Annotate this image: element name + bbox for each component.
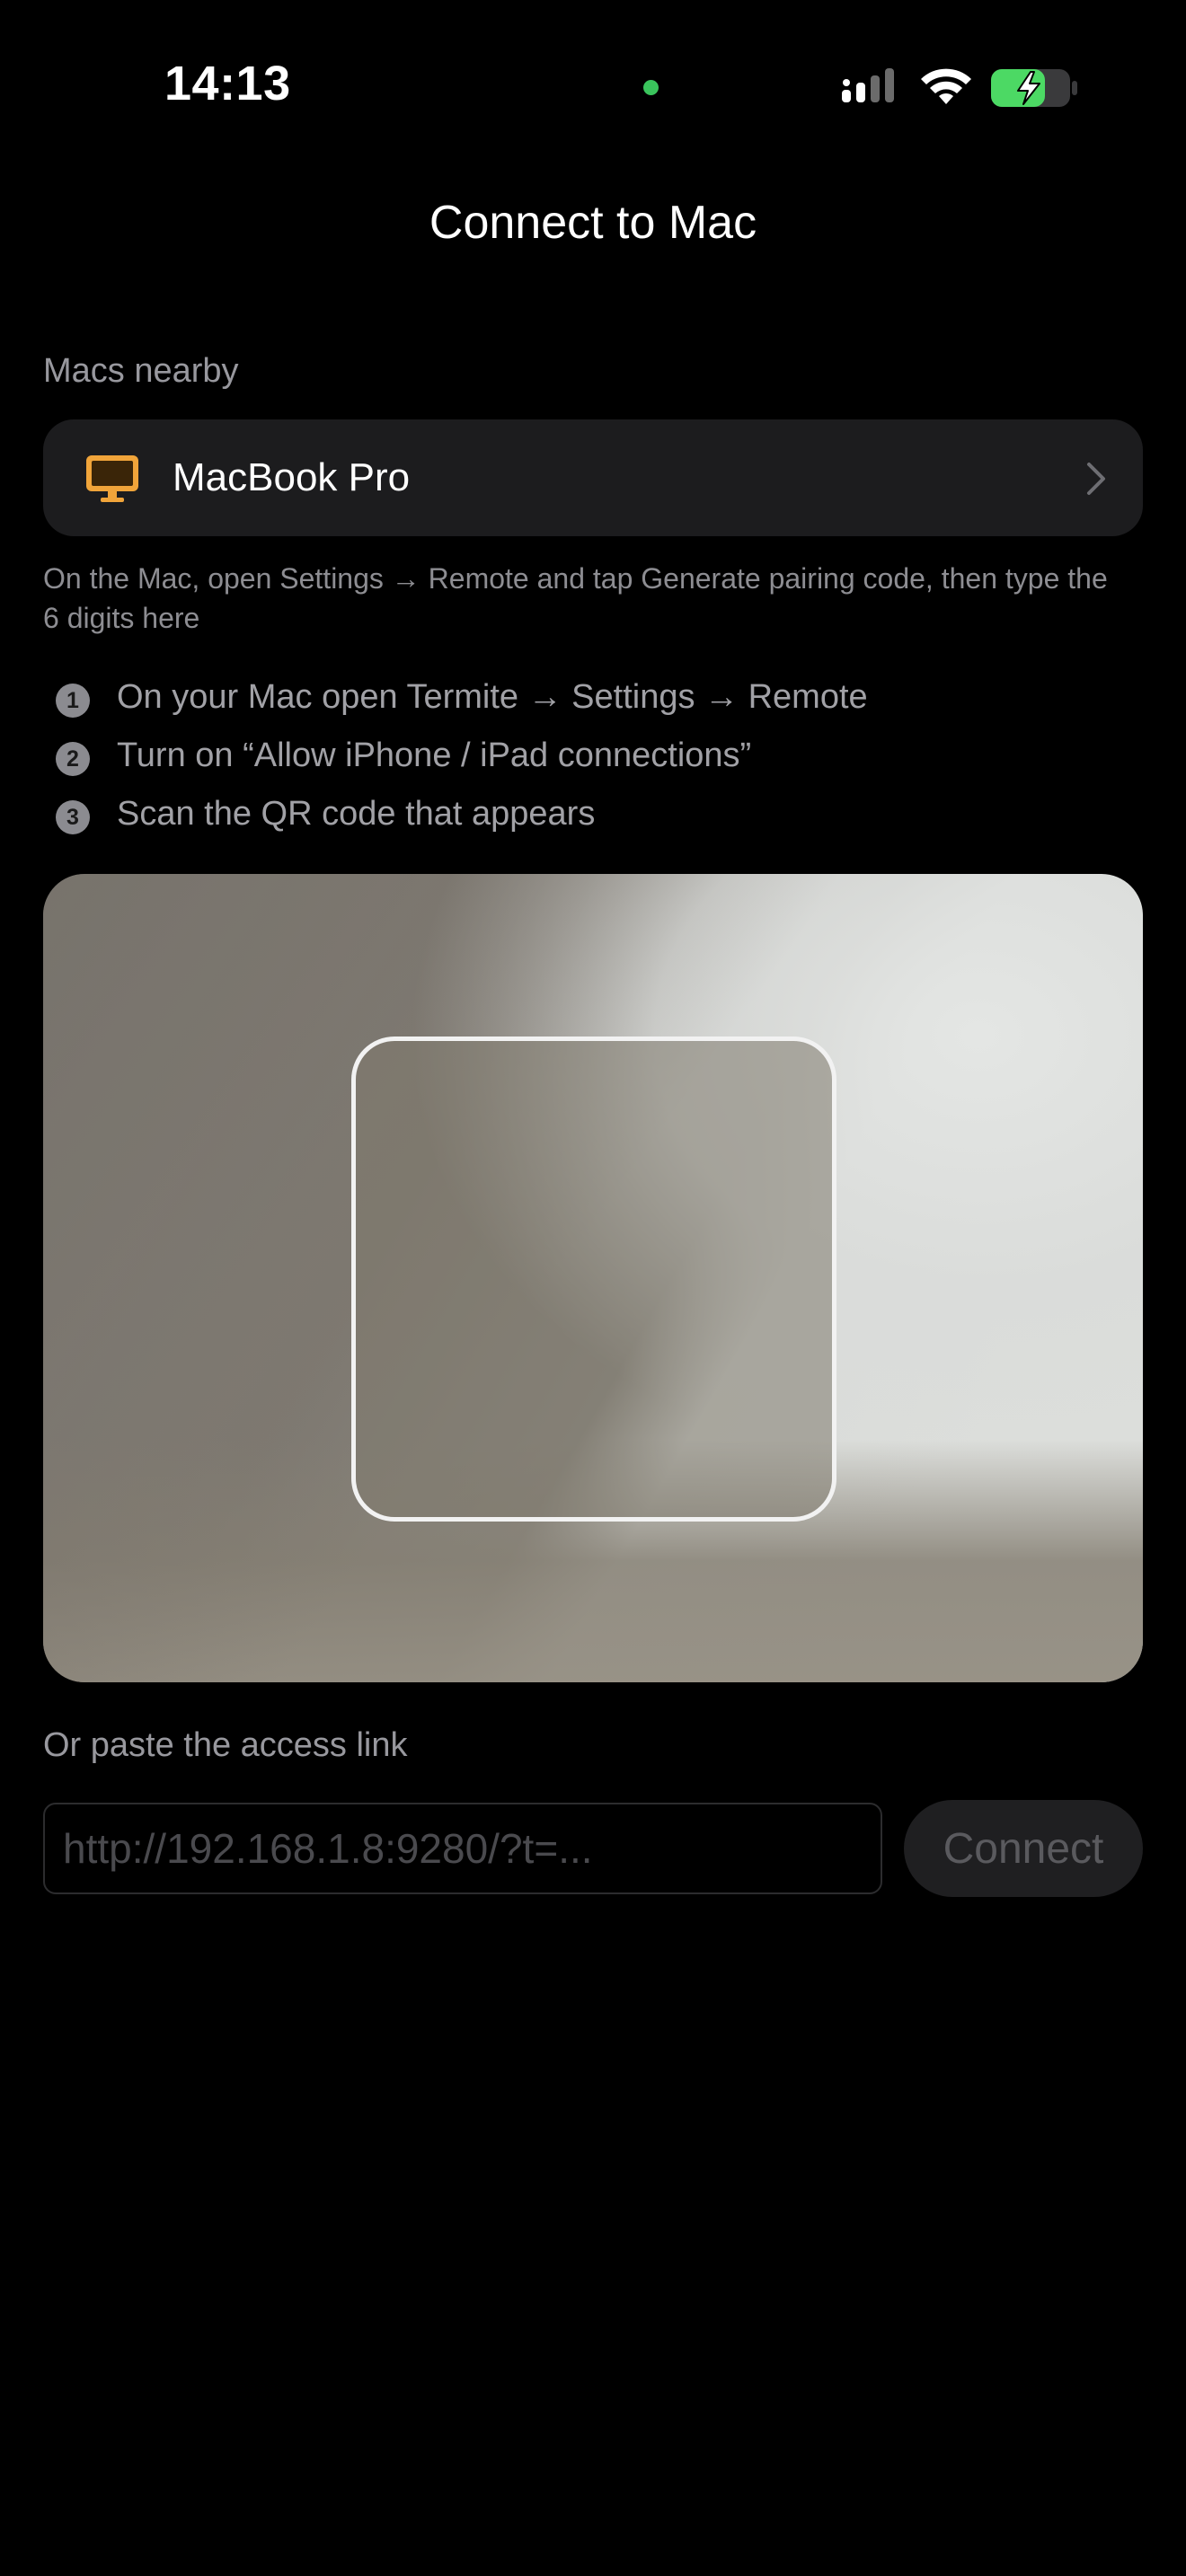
mac-device-name: MacBook Pro [173, 455, 411, 499]
step-number-badge: 2 [56, 742, 90, 776]
step-text: On your Mac open Termite → Settings → Re… [117, 678, 868, 716]
pairing-helper-text: On the Mac, open Settings → Remote and t… [43, 562, 1108, 634]
step-text: Scan the QR code that appears [117, 795, 596, 833]
qr-camera-viewfinder [43, 874, 1143, 1682]
chevron-right-icon [1087, 463, 1105, 495]
status-time: 14:13 [164, 57, 291, 110]
step-number-badge: 1 [56, 684, 90, 718]
battery-charging-icon [991, 69, 1077, 107]
desktop-computer-icon [86, 455, 138, 502]
macs-nearby-label: Macs nearby [43, 352, 239, 390]
access-link-input[interactable] [43, 1803, 882, 1894]
step-1: 1 On your Mac open Termite → Settings → … [56, 671, 1134, 725]
connect-button[interactable]: Connect [904, 1800, 1143, 1897]
page-title: Connect to Mac [429, 197, 757, 249]
step-2: 2 Turn on “Allow iPhone / iPad connectio… [56, 729, 1134, 783]
paste-link-label: Or paste the access link [43, 1726, 408, 1764]
qr-scan-frame [351, 1037, 836, 1522]
camera-in-use-indicator [643, 80, 659, 95]
mac-device-row[interactable]: MacBook Pro [43, 419, 1143, 536]
step-3: 3 Scan the QR code that appears [56, 788, 1134, 842]
cellular-signal-icon [842, 68, 894, 102]
step-text: Turn on “Allow iPhone / iPad connections… [117, 737, 752, 774]
step-number-badge: 3 [56, 800, 90, 834]
wifi-icon [921, 68, 971, 104]
